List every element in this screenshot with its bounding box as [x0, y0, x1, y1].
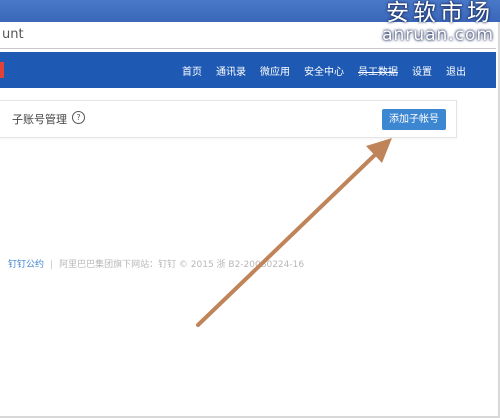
nav-item-home[interactable]: 首页	[182, 63, 202, 78]
nav-item-employee-data[interactable]: 员工数据	[358, 63, 398, 78]
panel-title: 子账号管理	[12, 113, 67, 126]
nav-item-micro-apps[interactable]: 微应用	[260, 63, 290, 78]
watermark: 安软市场 anruan.com	[382, 0, 494, 44]
address-bar-text[interactable]: unt	[2, 27, 24, 42]
logo-fragment	[0, 62, 4, 78]
footer-separator: |	[50, 260, 54, 270]
watermark-en: anruan.com	[382, 25, 494, 45]
watermark-cn: 安软市场	[386, 0, 494, 26]
help-icon[interactable]: ?	[72, 111, 85, 124]
nav-item-contacts[interactable]: 通讯录	[216, 63, 246, 78]
footer: 钉钉公约 | 阿里巴巴集团旗下网站：钉钉 © 2015 浙 B2-20080224-…	[8, 257, 304, 270]
sub-account-panel: 子账号管理 ? 添加子帐号	[0, 100, 457, 138]
add-sub-account-button[interactable]: 添加子帐号	[382, 109, 446, 130]
nav-item-logout[interactable]: 退出	[446, 63, 466, 78]
footer-link-convention[interactable]: 钉钉公约	[8, 260, 44, 270]
footer-copyright: 阿里巴巴集团旗下网站：钉钉 © 2015 浙 B2-20080224-16	[59, 260, 305, 270]
nav-item-security-center[interactable]: 安全中心	[304, 63, 344, 78]
nav-menu: 首页 通讯录 微应用 安全中心 员工数据 设置 退出	[168, 52, 466, 88]
top-nav-bar: 首页 通讯录 微应用 安全中心 员工数据 设置 退出	[0, 52, 496, 88]
nav-item-settings[interactable]: 设置	[412, 63, 432, 78]
